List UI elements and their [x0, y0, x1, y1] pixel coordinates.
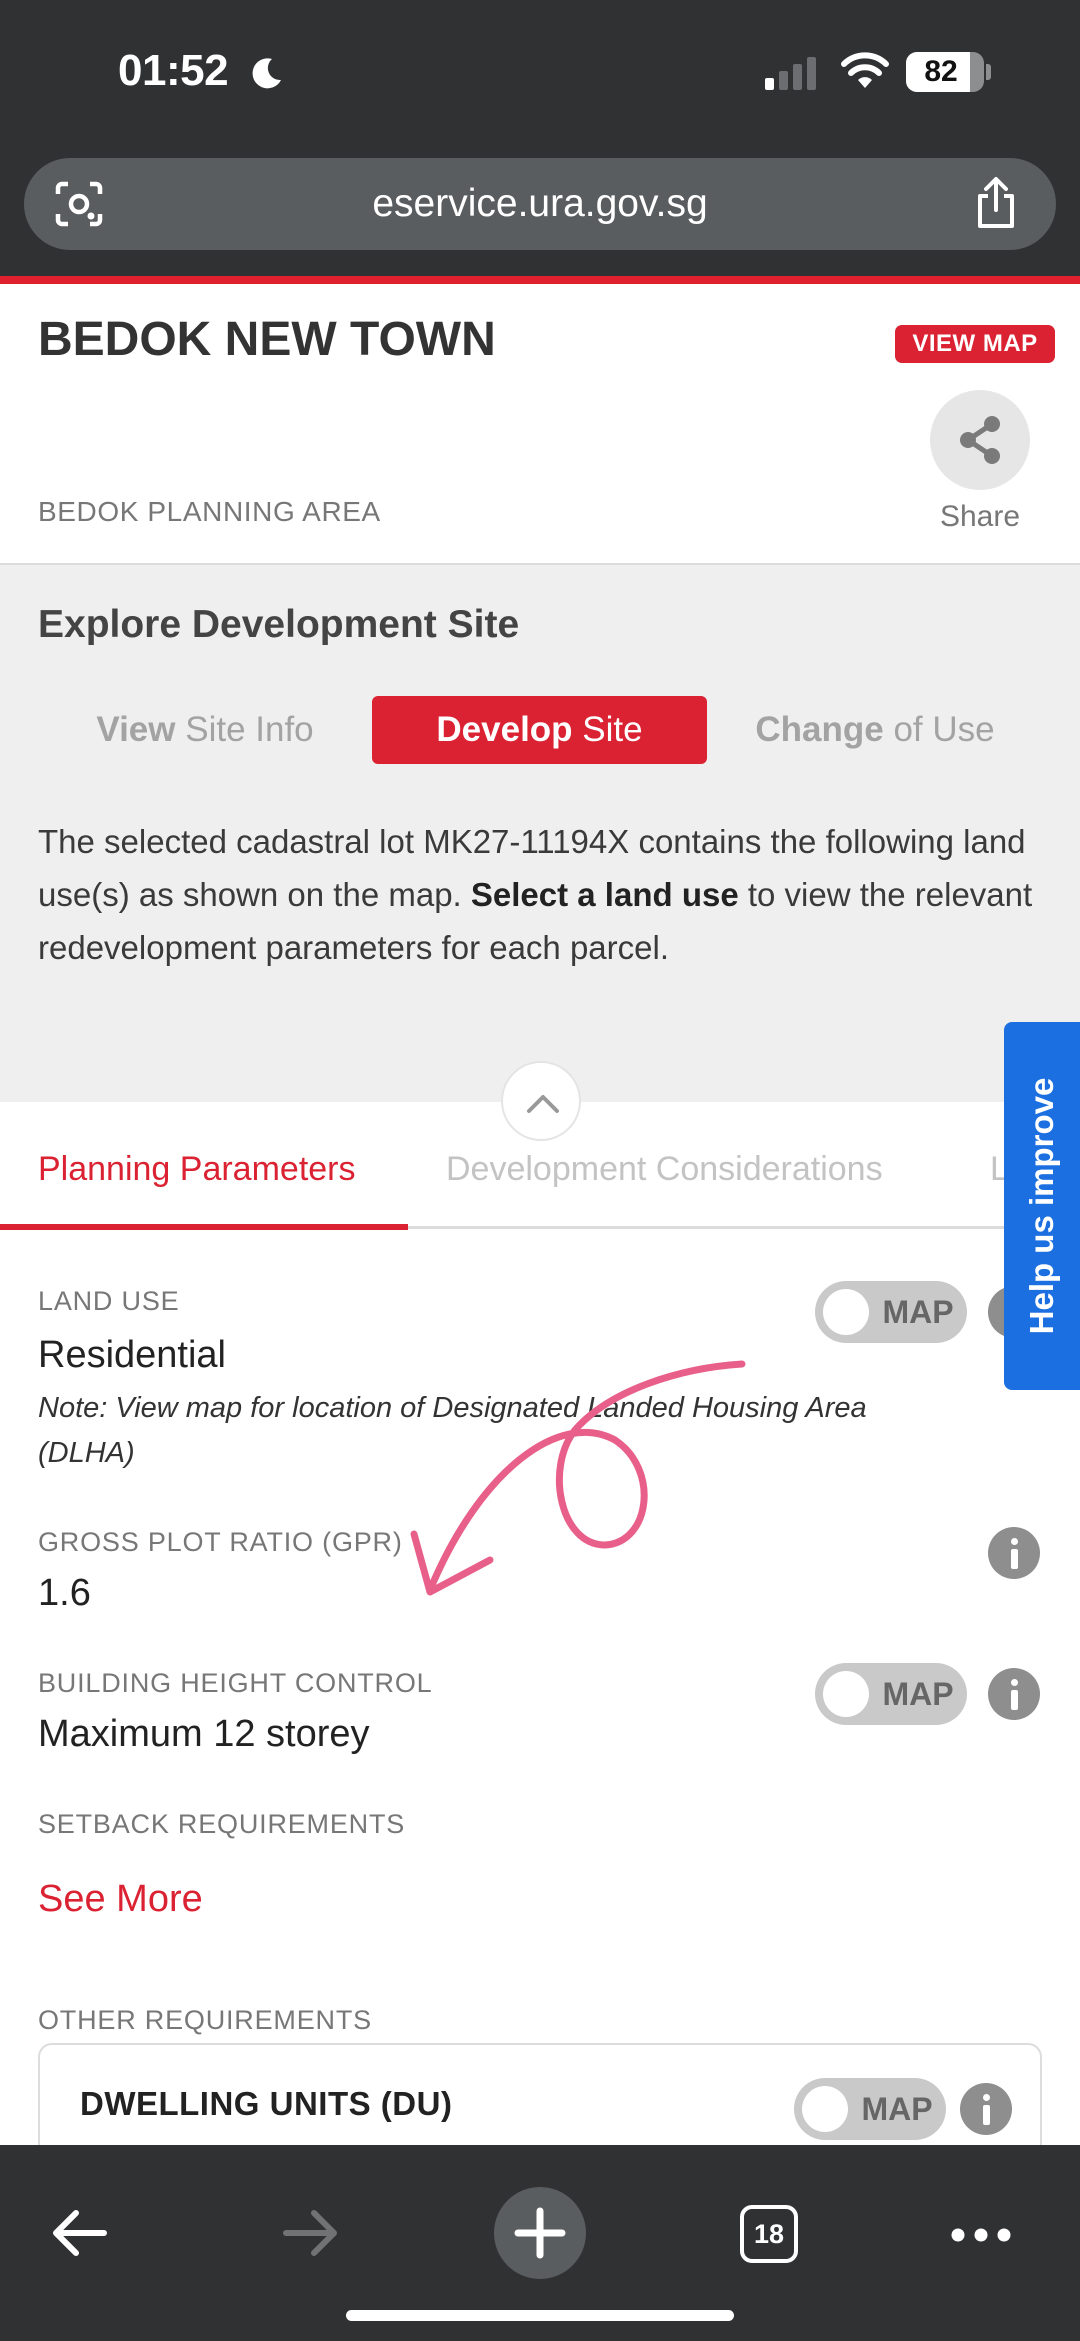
browser-chrome: 01:52 82 eservice.ura.gov.sg — [0, 0, 1080, 276]
share-nodes-icon — [960, 416, 1000, 464]
share-label: Share — [939, 500, 1021, 533]
share-icon[interactable] — [972, 176, 1020, 230]
toggle-knob — [823, 1289, 869, 1335]
dwelling-units-title: DWELLING UNITS (DU) — [80, 2085, 453, 2122]
forward-arrow-icon[interactable] — [280, 2205, 342, 2261]
view-map-button[interactable]: VIEW MAP — [895, 325, 1055, 363]
gpr-info-icon[interactable] — [988, 1527, 1040, 1579]
land-use-note: Note: View map for location of Designate… — [38, 1392, 867, 1469]
height-info-icon[interactable] — [988, 1668, 1040, 1720]
url-text[interactable]: eservice.ura.gov.sg — [24, 158, 1056, 250]
page-title: BEDOK NEW TOWN — [38, 313, 496, 366]
more-icon[interactable] — [950, 2225, 1012, 2245]
tab-active-indicator — [0, 1224, 408, 1230]
mode-tab-view-site-info[interactable]: View Site Info — [60, 696, 350, 764]
toggle-knob — [802, 2086, 848, 2132]
new-tab-button[interactable] — [494, 2187, 586, 2279]
gpr-value: 1.6 — [38, 1572, 91, 1614]
gpr-label: GROSS PLOT RATIO (GPR) — [38, 1527, 403, 1557]
help-us-improve-label: Help us improve — [1023, 1077, 1060, 1335]
tab-planning-parameters[interactable]: Planning Parameters — [38, 1150, 356, 1189]
setback-label: SETBACK REQUIREMENTS — [38, 1809, 406, 1839]
status-time: 01:52 — [118, 46, 229, 95]
mode-tab-bold: Change — [755, 710, 884, 749]
height-map-toggle[interactable]: MAP — [815, 1663, 967, 1725]
mode-tab-change-of-use[interactable]: Change of Use — [730, 696, 1020, 764]
height-value: Maximum 12 storey — [38, 1713, 370, 1755]
mode-tab-rest: Site Info — [175, 710, 314, 749]
wifi-icon — [841, 52, 889, 88]
url-bar[interactable]: eservice.ura.gov.sg — [24, 158, 1056, 250]
map-toggle-label: MAP — [882, 1294, 954, 1330]
map-toggle-label: MAP — [861, 2091, 933, 2127]
back-arrow-icon[interactable] — [48, 2205, 110, 2261]
home-indicator — [346, 2310, 734, 2321]
du-info-icon[interactable] — [960, 2083, 1012, 2135]
mode-tab-rest: of Use — [883, 710, 995, 749]
plus-icon — [514, 2207, 566, 2259]
other-requirements-label: OTHER REQUIREMENTS — [38, 2005, 372, 2035]
collapse-button[interactable] — [501, 1061, 581, 1141]
explore-description: The selected cadastral lot MK27-11194X c… — [38, 815, 1058, 974]
land-use-label: LAND USE — [38, 1286, 180, 1316]
see-more-link[interactable]: See More — [38, 1878, 203, 1921]
chevron-up-icon — [527, 1095, 559, 1113]
cellular-signal-icon — [765, 56, 816, 90]
toggle-knob — [823, 1671, 869, 1717]
du-map-toggle[interactable]: MAP — [794, 2078, 946, 2140]
battery-nub — [986, 64, 991, 80]
tabs-button[interactable]: 18 — [740, 2205, 798, 2263]
mode-tab-bold: Develop — [436, 710, 573, 749]
desc-bold-text: Select a land use — [470, 876, 739, 913]
mode-tab-develop-site[interactable]: Develop Site — [372, 696, 707, 764]
moon-icon — [252, 58, 281, 89]
mode-tab-bold: View — [96, 710, 176, 749]
mode-tab-rest: Site — [572, 710, 643, 749]
tab-development-considerations[interactable]: Development Considerations — [446, 1150, 883, 1189]
land-use-value: Residential — [38, 1334, 226, 1376]
battery-percentage: 82 — [924, 55, 958, 88]
explore-title: Explore Development Site — [38, 603, 520, 646]
land-use-map-toggle[interactable]: MAP — [815, 1281, 967, 1343]
help-us-improve-tab[interactable]: Help us improve — [1004, 1022, 1080, 1390]
header-accent-strip — [0, 276, 1080, 284]
map-toggle-label: MAP — [882, 1676, 954, 1712]
explore-section: Explore Development Site View Site Info … — [0, 565, 1080, 1102]
height-label: BUILDING HEIGHT CONTROL — [38, 1668, 433, 1698]
share-button[interactable] — [930, 390, 1030, 490]
battery-icon: 82 — [906, 52, 984, 92]
planning-area: BEDOK PLANNING AREA — [38, 496, 381, 527]
